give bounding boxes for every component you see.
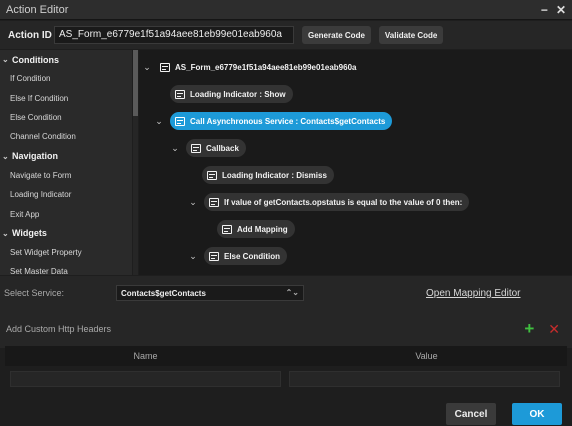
chevron-down-icon[interactable]: ⌄ xyxy=(142,62,152,73)
headers-table-header: Name Value xyxy=(5,346,567,366)
sidebar-item-else-if-condition[interactable]: Else If Condition xyxy=(0,88,132,107)
tree-node-label: Callback xyxy=(206,143,239,153)
chevron-down-icon[interactable]: ⌄ xyxy=(170,143,180,154)
validate-code-button[interactable]: Validate Code xyxy=(378,26,444,44)
action-tree: ⌄ AS_Form_e6779e1f51a94aee81eb99e01eab96… xyxy=(139,50,572,275)
sidebar-item-set-widget-property[interactable]: Set Widget Property xyxy=(0,243,132,262)
action-palette: ⌄ Conditions If Condition Else If Conditi… xyxy=(0,50,132,275)
action-block-icon xyxy=(209,251,219,261)
tree-node-label: If value of getContacts.opstatus is equa… xyxy=(224,197,463,207)
tree-node-else-condition[interactable]: ⌄ Else Condition xyxy=(188,247,287,265)
sidebar-item-set-master-data[interactable]: Set Master Data xyxy=(0,262,132,275)
service-select-value: Contacts$getContacts xyxy=(121,289,206,298)
action-block-icon xyxy=(160,62,170,72)
window-title: Action Editor xyxy=(6,3,69,16)
ok-button[interactable]: OK xyxy=(512,403,562,425)
cancel-button[interactable]: Cancel xyxy=(446,403,496,425)
open-mapping-editor-link[interactable]: Open Mapping Editor xyxy=(426,288,521,299)
header-value-input[interactable] xyxy=(289,371,560,387)
column-header-value: Value xyxy=(415,351,438,361)
http-headers-label: Add Custom Http Headers xyxy=(6,324,112,334)
sidebar-section-label: Widgets xyxy=(12,228,47,239)
tree-node-label: AS_Form_e6779e1f51a94aee81eb99e01eab960a xyxy=(175,62,357,72)
action-id-field[interactable]: AS_Form_e6779e1f51a94aee81eb99e01eab960a xyxy=(54,26,294,44)
sidebar-item-loading-indicator[interactable]: Loading Indicator xyxy=(0,185,132,204)
sidebar-scrollbar[interactable] xyxy=(133,50,138,275)
tree-node-label: Loading Indicator : Dismiss xyxy=(222,170,327,180)
dialog-footer: Cancel OK xyxy=(0,396,572,426)
sidebar-section-widgets[interactable]: ⌄ Widgets xyxy=(0,224,132,243)
chevron-down-icon: ⌄ xyxy=(2,228,9,238)
tree-node-label: Add Mapping xyxy=(237,224,288,234)
chevron-down-icon: ⌄ xyxy=(2,55,9,64)
action-id-label: Action ID xyxy=(8,29,52,41)
sidebar-item-navigate-to-form[interactable]: Navigate to Form xyxy=(0,166,132,185)
generate-code-button[interactable]: Generate Code xyxy=(302,26,371,44)
chevron-down-icon[interactable]: ⌄ xyxy=(188,197,198,208)
header-name-input[interactable] xyxy=(10,371,281,387)
close-icon[interactable]: ✕ xyxy=(556,3,566,17)
sidebar-item-exit-app[interactable]: Exit App xyxy=(0,204,132,223)
title-bar: Action Editor − ✕ xyxy=(0,0,572,20)
tree-node-callback[interactable]: ⌄ Callback xyxy=(170,139,246,157)
scrollbar-thumb[interactable] xyxy=(133,50,138,116)
chevron-down-icon[interactable]: ⌄ xyxy=(154,116,164,127)
sidebar-section-label: Navigation xyxy=(12,151,59,162)
tree-node-loading-dismiss[interactable]: Loading Indicator : Dismiss xyxy=(186,166,334,184)
action-block-icon xyxy=(175,116,185,126)
sidebar-item-channel-condition[interactable]: Channel Condition xyxy=(0,127,132,146)
action-block-icon xyxy=(175,89,185,99)
tree-node-root[interactable]: ⌄ AS_Form_e6779e1f51a94aee81eb99e01eab96… xyxy=(142,58,363,76)
headers-table-row xyxy=(10,371,560,387)
tree-node-label: Loading Indicator : Show xyxy=(190,89,286,99)
service-select[interactable]: Contacts$getContacts ⌃⌄ xyxy=(116,285,304,301)
chevron-down-icon[interactable]: ⌄ xyxy=(188,251,198,262)
tree-node-loading-show[interactable]: Loading Indicator : Show xyxy=(154,85,293,103)
delete-icon[interactable]: ✕ xyxy=(548,321,560,338)
http-headers-bar: Add Custom Http Headers + ✕ xyxy=(0,310,572,348)
tree-node-label: Else Condition xyxy=(224,251,280,261)
sidebar-item-else-condition[interactable]: Else Condition xyxy=(0,108,132,127)
action-block-icon xyxy=(222,224,232,234)
action-block-icon xyxy=(207,170,217,180)
add-icon[interactable]: + xyxy=(524,319,534,339)
column-header-name: Name xyxy=(133,351,158,361)
service-bar: Select Service: Contacts$getContacts ⌃⌄ … xyxy=(0,276,572,310)
action-block-icon xyxy=(209,197,219,207)
chevron-updown-icon: ⌃⌄ xyxy=(285,288,299,297)
sidebar-section-navigation[interactable]: ⌄ Navigation xyxy=(0,147,132,166)
tree-node-call-async-service[interactable]: ⌄ Call Asynchronous Service : Contacts$g… xyxy=(154,112,393,130)
sidebar-section-label: Conditions xyxy=(12,54,59,65)
chevron-down-icon: ⌄ xyxy=(2,151,9,161)
tree-node-label: Call Asynchronous Service : Contacts$get… xyxy=(190,116,386,126)
tree-node-if-condition[interactable]: ⌄ If value of getContacts.opstatus is eq… xyxy=(188,193,470,211)
minimize-icon[interactable]: − xyxy=(541,3,548,17)
action-id-bar: Action ID AS_Form_e6779e1f51a94aee81eb99… xyxy=(0,21,572,49)
action-block-icon xyxy=(191,143,201,153)
select-service-label: Select Service: xyxy=(4,288,65,298)
sidebar-item-if-condition[interactable]: If Condition xyxy=(0,69,132,88)
sidebar-section-conditions[interactable]: ⌄ Conditions xyxy=(0,50,132,69)
tree-node-add-mapping[interactable]: Add Mapping xyxy=(201,220,295,238)
